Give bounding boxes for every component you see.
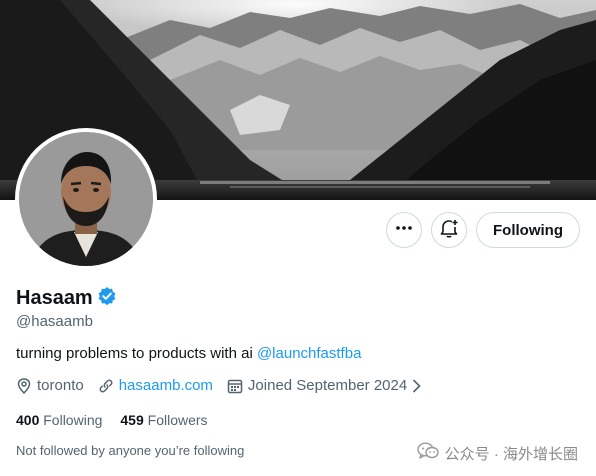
location-text: toronto (37, 377, 84, 394)
more-button[interactable] (386, 212, 423, 248)
followers-stat[interactable]: 459 Followers (120, 412, 207, 428)
more-horizontal-icon (395, 219, 413, 242)
wechat-icon (416, 442, 439, 464)
following-count: 400 (16, 412, 40, 428)
profile-actions: Following (386, 212, 580, 248)
following-stat[interactable]: 400 Following (16, 412, 102, 428)
followers-count: 459 (120, 412, 144, 428)
profile-meta: toronto hasaamb.com Joined September 202… (16, 377, 436, 394)
followers-label: Followers (147, 412, 208, 428)
bio-mention-link[interactable]: @launchfastfba (257, 345, 361, 362)
verified-badge-icon[interactable] (97, 286, 117, 311)
profile-handle: @hasaamb (16, 313, 93, 330)
meta-location: toronto (16, 377, 84, 394)
bio-text: turning problems to products with ai (16, 345, 257, 362)
watermark: 公众号 · 海外增长圈 (416, 442, 578, 464)
profile-name-row: Hasaam (16, 286, 117, 311)
following-button[interactable]: Following (476, 212, 580, 248)
website-link[interactable]: hasaamb.com (119, 377, 213, 394)
not-followed-notice: Not followed by anyone you’re following (16, 443, 245, 458)
bell-plus-icon (439, 218, 459, 243)
profile-bio: turning problems to products with ai @la… (16, 345, 361, 362)
profile-avatar[interactable] (15, 128, 157, 270)
profile-stats: 400 Following 459 Followers (16, 412, 208, 428)
meta-joined[interactable]: Joined September 2024 (227, 377, 422, 394)
following-label: Following (43, 412, 103, 428)
notifications-button[interactable] (431, 212, 468, 248)
meta-website: hasaamb.com (98, 377, 213, 394)
profile-name: Hasaam (16, 287, 93, 309)
calendar-icon (227, 378, 243, 394)
location-pin-icon (16, 377, 32, 394)
joined-text: Joined September 2024 (247, 377, 408, 394)
link-icon (98, 378, 114, 394)
chevron-right-icon (412, 379, 422, 393)
watermark-text: 公众号 · 海外增长圈 (444, 445, 578, 463)
